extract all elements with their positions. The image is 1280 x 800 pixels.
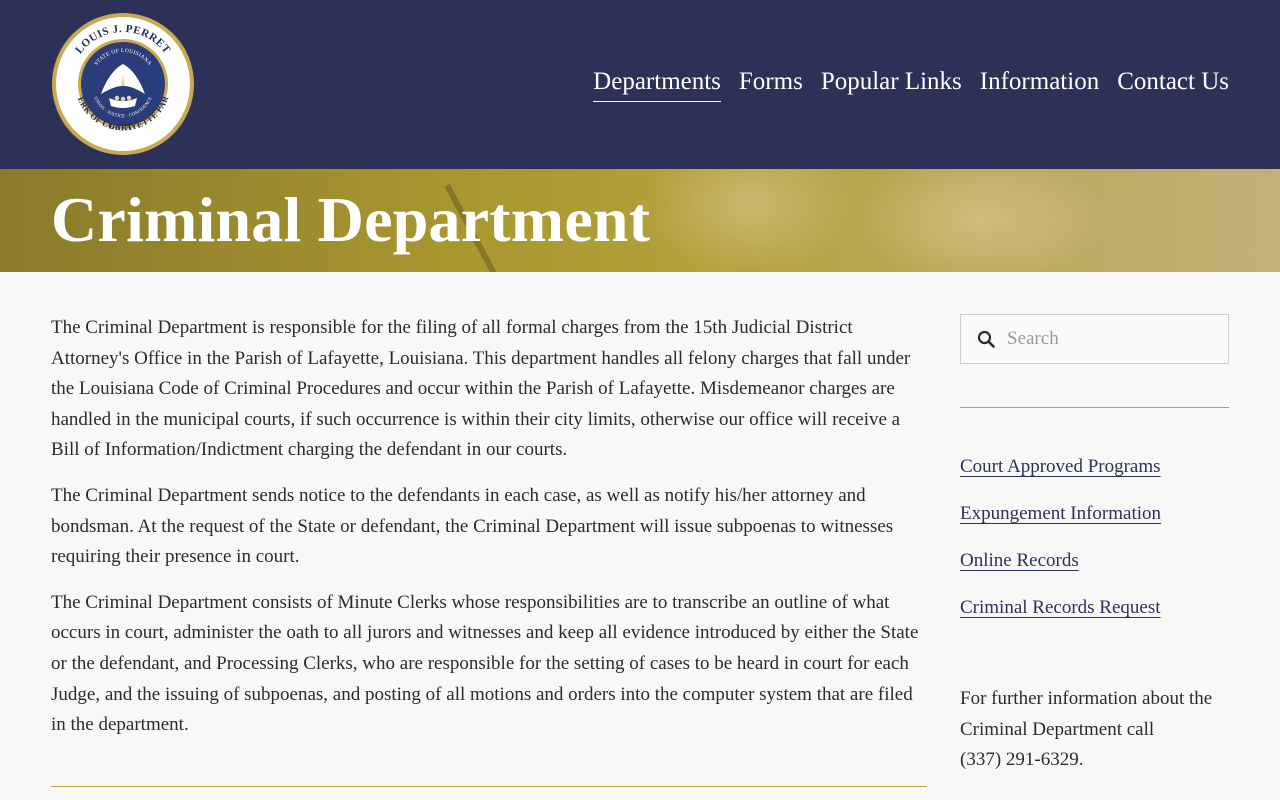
nav-link-information[interactable]: Information bbox=[980, 66, 1099, 102]
sidebar-links: Court Approved Programs Expungement Info… bbox=[960, 453, 1229, 622]
search-input[interactable] bbox=[1007, 328, 1227, 350]
search-icon[interactable] bbox=[977, 330, 995, 348]
sidebar-link-online-records[interactable]: Online Records bbox=[960, 547, 1229, 575]
banner-background-image bbox=[640, 169, 860, 272]
sidebar-link-court-approved-programs[interactable]: Court Approved Programs bbox=[960, 453, 1229, 481]
content-paragraph: The Criminal Department consists of Minu… bbox=[51, 591, 919, 736]
main-content: The Criminal Department is responsible f… bbox=[51, 313, 927, 756]
content-paragraph: The Criminal Department is responsible f… bbox=[51, 317, 911, 461]
content-paragraph: The Criminal Department sends notice to … bbox=[51, 484, 894, 568]
sidebar-link-expungement-information[interactable]: Expungement Information bbox=[960, 500, 1229, 528]
search-box[interactable] bbox=[960, 314, 1229, 364]
sidebar-divider bbox=[960, 407, 1229, 408]
contact-phone: (337) 291-6329. bbox=[960, 749, 1084, 771]
banner-background-image-highlight bbox=[850, 169, 1110, 272]
nav-link-departments[interactable]: Departments bbox=[593, 66, 721, 102]
contact-info-line: Criminal Department call bbox=[960, 718, 1155, 740]
contact-info: For further information about the Crimin… bbox=[960, 684, 1240, 776]
sidebar-link-criminal-records-request[interactable]: Criminal Records Request bbox=[960, 594, 1229, 622]
contact-info-line: For further information about the bbox=[960, 688, 1213, 709]
site-header: LOUIS J. PERRET CLERK OF COURT LAFAYETTE… bbox=[0, 0, 1280, 169]
main-nav: Departments Forms Popular Links Informat… bbox=[593, 66, 1229, 102]
page-banner: Criminal Department bbox=[0, 169, 1280, 272]
nav-link-forms[interactable]: Forms bbox=[739, 66, 803, 102]
clerk-of-court-seal-logo[interactable]: LOUIS J. PERRET CLERK OF COURT LAFAYETTE… bbox=[51, 12, 195, 156]
sidebar: Court Approved Programs Expungement Info… bbox=[960, 314, 1229, 641]
nav-link-contact-us[interactable]: Contact Us bbox=[1117, 66, 1229, 102]
nav-link-popular-links[interactable]: Popular Links bbox=[821, 66, 962, 102]
page-title: Criminal Department bbox=[51, 184, 651, 255]
content-divider bbox=[51, 786, 927, 787]
